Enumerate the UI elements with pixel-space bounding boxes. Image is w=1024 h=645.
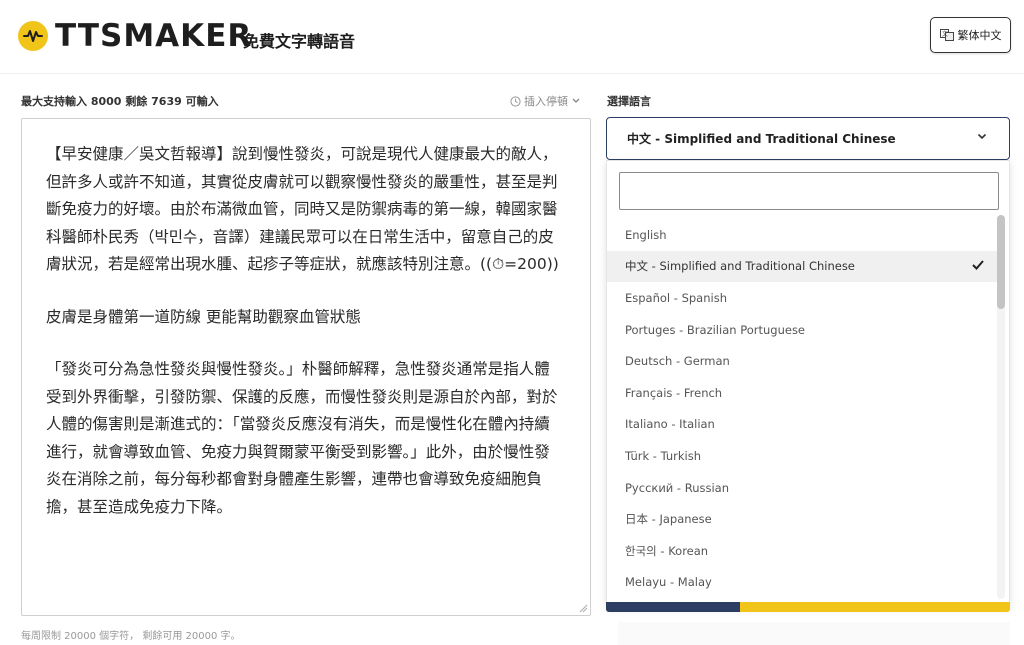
check-icon: [972, 259, 984, 270]
language-option-selected[interactable]: 中文 - Simplified and Traditional Chinese: [607, 250, 997, 283]
language-option-label: 中文 - Simplified and Traditional Chinese: [625, 259, 855, 274]
language-option-label: Melayu - Malay: [625, 575, 712, 590]
language-option-label: Français - French: [625, 385, 723, 400]
language-option[interactable]: Melayu - Malay: [607, 567, 997, 599]
language-search-input[interactable]: [619, 172, 999, 210]
language-option-label: Italiano - Italian: [625, 417, 715, 432]
language-dropdown: English 中文 - Simplified and Traditional …: [606, 160, 1010, 606]
limit-prefix: 最大支持輸入: [21, 95, 87, 108]
max-chars: 8000: [90, 95, 122, 108]
language-option[interactable]: 한국의 - Korean: [607, 535, 997, 567]
limit-middle: 剩餘: [125, 95, 148, 108]
remaining-chars: 7639: [151, 95, 182, 108]
language-option-label: Deutsch - German: [625, 354, 730, 369]
interface-language-label: 繁体中文: [957, 29, 1002, 42]
scrollbar-thumb[interactable]: [997, 215, 1005, 309]
logo[interactable]: TTSMAKER: [18, 18, 252, 54]
language-label: 選擇語言: [607, 95, 651, 108]
header: TTSMAKER 免費文字轉語音 文 繁体中文: [0, 0, 1024, 74]
chevron-down-icon: [572, 98, 580, 103]
language-option[interactable]: Русский - Russian: [607, 472, 997, 504]
chevron-down-icon: [977, 133, 987, 140]
language-option-label: 日本 - Japanese: [625, 512, 712, 527]
char-limit-info: 最大支持輸入 8000 剩餘 7639 可輸入: [21, 93, 219, 109]
waveform-icon: [18, 21, 48, 51]
language-options-list: English 中文 - Simplified and Traditional …: [607, 219, 997, 598]
language-option[interactable]: Español - Spanish: [607, 282, 997, 314]
language-selected-value: 中文 - Simplified and Traditional Chinese: [627, 132, 896, 146]
interface-language-button[interactable]: 文 繁体中文: [930, 17, 1011, 53]
language-option[interactable]: Italiano - Italian: [607, 409, 997, 441]
tagline: 免費文字轉語音: [243, 32, 356, 51]
dropdown-scrollbar[interactable]: [997, 215, 1005, 599]
text-paragraph: 「發炎可分為急性發炎與慢性發炎。」朴醫師解釋，急性發炎通常是指人體受到外界衝擊，…: [46, 360, 558, 516]
language-option[interactable]: Türk - Turkish: [607, 440, 997, 472]
language-option[interactable]: Deutsch - German: [607, 345, 997, 377]
language-select[interactable]: 中文 - Simplified and Traditional Chinese: [606, 117, 1010, 160]
language-option-label: Türk - Turkish: [625, 448, 702, 463]
language-option-label: Русский - Russian: [625, 480, 730, 495]
limit-suffix: 可輸入: [185, 95, 219, 108]
language-option-label: Portuges - Brazilian Portuguese: [625, 322, 806, 337]
text-input-area[interactable]: 【早安健康／吳文哲報導】說到慢性發炎，可說是現代人健康最大的敵人，但許多人或許不…: [21, 118, 591, 616]
language-option-label: English: [625, 227, 667, 242]
resize-handle-icon[interactable]: [578, 603, 588, 613]
language-option[interactable]: 日本 - Japanese: [607, 503, 997, 535]
insert-pause-label: 插入停頓: [524, 95, 568, 108]
svg-text:文: 文: [942, 30, 948, 38]
convert-button-accent: [606, 602, 740, 612]
convert-button-edge[interactable]: [606, 602, 1010, 612]
insert-pause-button[interactable]: 插入停頓: [510, 93, 583, 109]
language-option[interactable]: Portuges - Brazilian Portuguese: [607, 314, 997, 346]
language-option[interactable]: English: [607, 219, 997, 251]
text-paragraph: 【早安健康／吳文哲報導】說到慢性發炎，可說是現代人健康最大的敵人，但許多人或許不…: [46, 145, 559, 273]
translate-icon: 文: [939, 29, 954, 41]
logo-text: TTSMAKER: [55, 18, 253, 54]
text-paragraph: 皮膚是身體第一道防線 更能幫助觀察血管狀態: [46, 307, 361, 326]
language-option-label: 한국의 - Korean: [625, 543, 709, 558]
language-option[interactable]: Français - French: [607, 377, 997, 409]
output-area-placeholder: [618, 622, 1010, 645]
clock-icon: [510, 95, 521, 107]
weekly-quota-text: 每周限制 20000 個字符， 剩餘可用 20000 字。: [21, 631, 241, 642]
language-option-label: Español - Spanish: [625, 290, 727, 305]
